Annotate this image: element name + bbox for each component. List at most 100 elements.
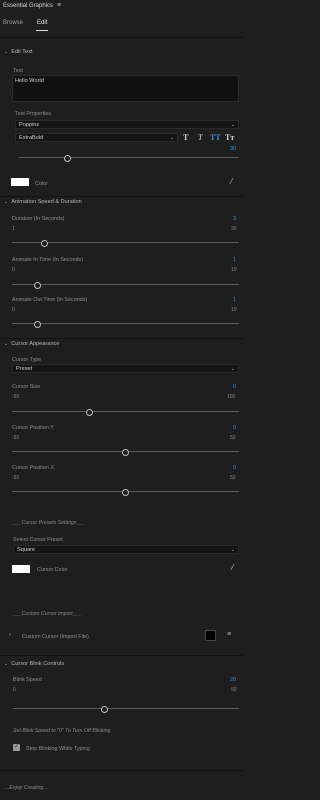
slider-thumb[interactable] [41,240,48,247]
blink-speed-slider[interactable] [13,706,239,713]
weight-value: ExtraBold [19,135,44,141]
chevron-down-icon: ⌄ [4,199,9,205]
custom-import-heading: ___Custom Cursor Import___ [13,611,82,617]
section-title: Edit Text [11,49,33,55]
select-preset-label: Select Cursor Preset [13,537,63,543]
text-properties-label: Text Properties [15,111,51,117]
small-caps-button[interactable]: Tт [225,133,234,142]
slider-track [13,708,239,709]
tab-edit[interactable]: Edit [37,20,47,26]
panel-title: Essential Graphics [3,3,54,9]
text-label: Text [13,68,23,74]
duration-label: Duration (In Seconds) [12,216,65,222]
blink-speed-max: 50 [231,687,237,693]
section-animation[interactable]: ⌄ Animation Speed & Duration [4,199,82,205]
footer-text: ...Enjoy Creating... [5,785,48,791]
cursor-pos-x-label: Cursor Position X [12,465,54,471]
cursor-size-value[interactable]: 0 [216,384,236,390]
hamburger-icon[interactable]: ≡ [57,2,61,9]
cursor-pos-x-min: -50 [12,475,20,481]
section-blink-controls[interactable]: ⌄ Cursor Blink Controls [4,661,64,667]
faux-bold-button[interactable]: T [183,133,188,142]
slider-thumb[interactable] [34,321,41,328]
cursor-color-swatch[interactable] [12,565,30,573]
text-input-value: Hello World [15,78,44,84]
animate-out-slider[interactable] [12,321,239,328]
cursor-preset-select[interactable]: Square ⌄ [13,545,239,554]
section-title: Animation Speed & Duration [11,199,82,205]
section-cursor-appearance[interactable]: ⌄ Cursor Appearance [4,341,59,347]
text-input[interactable]: Hello World [12,75,239,102]
cursor-color-label: Cursor Color [37,567,68,573]
chevron-right-icon[interactable]: › [9,632,11,638]
duration-slider[interactable] [12,240,239,247]
chevron-down-icon: ⌄ [230,366,235,372]
slider-thumb[interactable] [101,706,108,713]
weight-select[interactable]: ExtraBold ⌄ [15,133,178,142]
animate-in-value[interactable]: 1 [216,257,236,263]
stop-blinking-checkbox[interactable]: ✓ [13,744,20,751]
font-value: Poppins [19,122,40,128]
animate-out-label: Animate Out Time (In Seconds) [12,297,88,303]
divider [0,196,243,197]
cursor-type-select[interactable]: Preset ⌄ [12,364,239,373]
cursor-preset-value: Square [17,547,36,553]
blink-hint: Set Blink Speed to "0" To Turn Off Blink… [13,728,111,734]
animate-in-slider[interactable] [12,282,239,289]
text-color-swatch[interactable] [11,178,29,186]
duration-value[interactable]: 3 [216,216,236,222]
stop-blinking-label: Stop Blinking While Typing [26,746,90,752]
all-caps-button[interactable]: TT [210,133,221,142]
animate-out-value[interactable]: 1 [216,297,236,303]
chevron-down-icon: ⌄ [4,341,9,347]
duration-max: 30 [231,226,237,232]
faux-italic-button[interactable]: T [198,133,202,142]
cursor-size-min: -50 [12,394,20,400]
slider-thumb[interactable] [122,489,129,496]
blink-speed-min: 0 [13,687,16,693]
chevron-down-icon: ⌄ [4,661,9,667]
slider-thumb[interactable] [64,155,71,162]
preset-settings-heading: ___Cursor Presets Settings___ [13,520,86,526]
slider-track [12,411,239,412]
slider-track [19,157,239,158]
color-label: Color [35,181,48,187]
eyedropper-icon[interactable]: ⁄ [231,177,232,186]
animate-out-max: 10 [231,307,237,313]
animate-in-label: Animate In Time (In Seconds) [12,257,84,263]
slider-thumb[interactable] [34,282,41,289]
cursor-size-slider[interactable] [12,409,239,416]
font-size-value[interactable]: 90 [216,146,236,152]
slider-track [12,284,239,285]
divider [0,655,243,656]
blink-speed-label: Blink Speed [13,677,42,683]
animate-in-min: 0 [12,267,15,273]
animate-in-max: 10 [231,267,237,273]
chevron-down-icon: ⌄ [230,122,235,128]
blink-speed-value[interactable]: 20 [216,677,236,683]
section-title: Cursor Appearance [11,341,60,347]
eyedropper-icon[interactable]: ⁄ [232,563,233,572]
section-edit-text[interactable]: ⌄ Edit Text [4,49,33,55]
cursor-pos-y-slider[interactable] [12,449,239,456]
animate-out-min: 0 [12,307,15,313]
font-select[interactable]: Poppins ⌄ [15,120,239,129]
slider-thumb[interactable] [86,409,93,416]
custom-cursor-swatch[interactable] [205,630,216,641]
divider [0,770,243,771]
chevron-down-icon: ⌄ [4,49,9,55]
tab-browse[interactable]: Browse [3,20,23,26]
cursor-size-max: 100 [227,394,236,400]
chevron-down-icon: ⌄ [230,547,235,553]
hamburger-icon[interactable]: ≡ [227,631,231,638]
cursor-pos-x-slider[interactable] [12,489,239,496]
cursor-pos-x-max: 50 [230,475,236,481]
cursor-type-value: Preset [16,366,33,372]
cursor-pos-y-value[interactable]: 0 [216,425,236,431]
font-size-slider[interactable] [19,155,239,162]
slider-thumb[interactable] [122,449,129,456]
cursor-pos-x-value[interactable]: 0 [216,465,236,471]
cursor-type-label: Cursor Type [12,357,42,363]
chevron-down-icon: ⌄ [169,135,174,141]
divider [0,338,243,339]
